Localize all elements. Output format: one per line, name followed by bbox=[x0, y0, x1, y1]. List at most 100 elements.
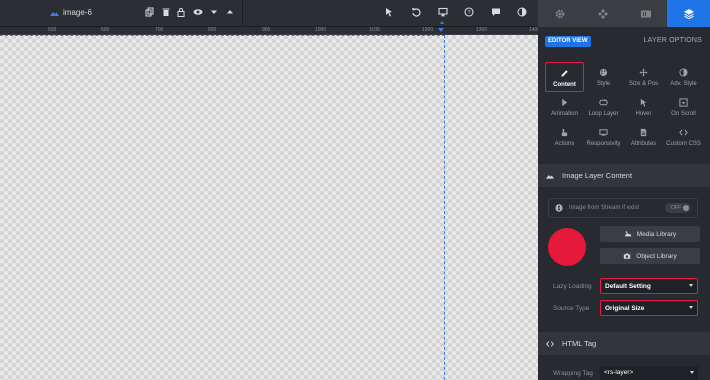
ruler-tick: 500 bbox=[48, 27, 57, 33]
cursor-icon[interactable] bbox=[382, 5, 396, 19]
media-library-button[interactable]: Media Library bbox=[600, 226, 700, 242]
image-from-stream-row[interactable]: Image from Stream if exist OFF bbox=[548, 198, 698, 218]
lock-icon[interactable] bbox=[174, 5, 188, 19]
horizontal-ruler[interactable]: 500 600 700 800 900 1000 1100 1200 1300 … bbox=[0, 27, 540, 35]
play-icon bbox=[559, 96, 571, 108]
device-indicator bbox=[440, 21, 444, 24]
option-responsivity[interactable]: Responsivity bbox=[584, 122, 623, 152]
editor-root: image-6 ? 500 600 700 800 900 1000 1100 … bbox=[0, 0, 710, 380]
chevron-down-icon[interactable] bbox=[207, 5, 221, 19]
option-label: On Scroll bbox=[671, 111, 696, 117]
pencil-icon bbox=[559, 67, 571, 79]
ruler-tick: 1000 bbox=[315, 27, 327, 33]
option-label: Actions bbox=[554, 141, 575, 147]
undo-icon[interactable] bbox=[409, 5, 423, 19]
panel-tabs bbox=[538, 0, 710, 27]
source-type-label: Source Type bbox=[553, 305, 590, 312]
layers-icon bbox=[683, 8, 694, 19]
option-actions[interactable]: Actions bbox=[545, 122, 584, 152]
contrast-icon bbox=[678, 66, 690, 78]
editor-view-badge[interactable]: EDITOR VIEW bbox=[545, 36, 591, 47]
option-attributes[interactable]: Attributes bbox=[624, 122, 663, 152]
palette-icon bbox=[598, 66, 610, 78]
horizontal-guide[interactable] bbox=[0, 35, 445, 36]
lazy-loading-label: Lazy Loading bbox=[553, 283, 592, 290]
code-icon bbox=[678, 126, 690, 138]
duplicate-icon[interactable] bbox=[143, 5, 157, 19]
editor-canvas[interactable] bbox=[0, 35, 538, 380]
images-icon bbox=[624, 231, 632, 237]
layer-toolbar: image-6 bbox=[0, 0, 243, 27]
object-library-label: Object Library bbox=[636, 252, 677, 260]
option-on-scroll[interactable]: On Scroll bbox=[664, 92, 703, 122]
image-layer-content-header[interactable]: Image Layer Content bbox=[538, 164, 710, 187]
section-title: HTML Tag bbox=[562, 339, 597, 348]
option-label: Custom CSS bbox=[666, 141, 701, 147]
chevron-down-icon bbox=[689, 284, 693, 287]
layer-name[interactable]: image-6 bbox=[50, 8, 92, 17]
pointer-icon bbox=[638, 96, 650, 108]
option-label: Attributes bbox=[630, 141, 657, 147]
move-icon bbox=[638, 66, 650, 78]
option-style[interactable]: Style bbox=[584, 62, 623, 92]
toggle-label: OFF bbox=[671, 205, 681, 211]
tab-slider-settings[interactable] bbox=[538, 0, 581, 27]
option-custom-css[interactable]: Custom CSS bbox=[664, 122, 703, 152]
stream-toggle[interactable]: OFF bbox=[665, 203, 691, 213]
chevron-up-icon[interactable] bbox=[223, 5, 237, 19]
tab-layers[interactable] bbox=[667, 0, 710, 27]
contrast-icon[interactable] bbox=[515, 5, 529, 19]
gamepad-icon bbox=[597, 8, 608, 19]
lazy-loading-select[interactable]: Default Setting bbox=[600, 278, 698, 294]
option-hover[interactable]: Hover bbox=[624, 92, 663, 122]
tab-navigation[interactable] bbox=[581, 0, 624, 27]
option-size-pos[interactable]: Size & Pos bbox=[624, 62, 663, 92]
section-title: Image Layer Content bbox=[562, 171, 633, 180]
option-label: Hover bbox=[635, 111, 652, 117]
ruler-tick: 1100 bbox=[369, 27, 380, 33]
option-label: Animation bbox=[551, 111, 578, 117]
help-icon[interactable]: ? bbox=[462, 5, 476, 19]
wrapping-tag-select[interactable]: <rs-layer> bbox=[600, 366, 698, 380]
option-label: Style bbox=[596, 81, 611, 87]
toggle-knob bbox=[683, 205, 689, 211]
camera-icon bbox=[624, 253, 631, 259]
ruler-tick: 900 bbox=[262, 27, 271, 33]
comment-icon[interactable] bbox=[489, 5, 503, 19]
tab-slide[interactable] bbox=[624, 0, 667, 27]
ruler-tick: 1300 bbox=[476, 27, 488, 33]
ruler-marker[interactable] bbox=[438, 28, 444, 32]
lazy-loading-value: Default Setting bbox=[605, 282, 651, 290]
code-icon bbox=[546, 340, 554, 347]
option-adv-style[interactable]: Adv. Style bbox=[664, 62, 703, 92]
ruler-tick: 700 bbox=[155, 27, 164, 33]
option-label: Content bbox=[553, 82, 576, 88]
chevron-down-icon bbox=[690, 371, 694, 374]
image-preview-swatch[interactable] bbox=[548, 228, 586, 266]
layer-options-title: LAYER OPTIONS bbox=[643, 37, 702, 44]
trash-icon[interactable] bbox=[159, 5, 173, 19]
option-loop-layer[interactable]: Loop Layer bbox=[584, 92, 623, 122]
eye-icon[interactable] bbox=[191, 5, 205, 19]
option-label: Adv. Style bbox=[670, 81, 697, 87]
vertical-guide[interactable] bbox=[444, 35, 445, 380]
document-icon bbox=[638, 126, 650, 138]
ruler-tick: 600 bbox=[101, 27, 110, 33]
chevron-down-icon bbox=[689, 306, 693, 309]
html-tag-header[interactable]: HTML Tag bbox=[538, 332, 710, 355]
ruler-tick: 800 bbox=[208, 27, 217, 33]
option-content[interactable]: Content bbox=[545, 62, 584, 92]
source-type-select[interactable]: Original Size bbox=[600, 300, 698, 316]
svg-text:?: ? bbox=[467, 10, 470, 16]
source-type-value: Original Size bbox=[605, 304, 645, 312]
hand-icon bbox=[559, 126, 571, 138]
desktop-icon[interactable] bbox=[436, 5, 450, 19]
slides-icon bbox=[640, 10, 651, 17]
devices-icon bbox=[598, 126, 610, 138]
stream-label: Image from Stream if exist bbox=[569, 205, 640, 211]
globe-icon bbox=[555, 204, 563, 212]
gear-icon bbox=[555, 9, 564, 18]
wrapping-tag-label: Wrapping Tag bbox=[553, 370, 593, 377]
option-animation[interactable]: Animation bbox=[545, 92, 584, 122]
object-library-button[interactable]: Object Library bbox=[600, 248, 700, 264]
